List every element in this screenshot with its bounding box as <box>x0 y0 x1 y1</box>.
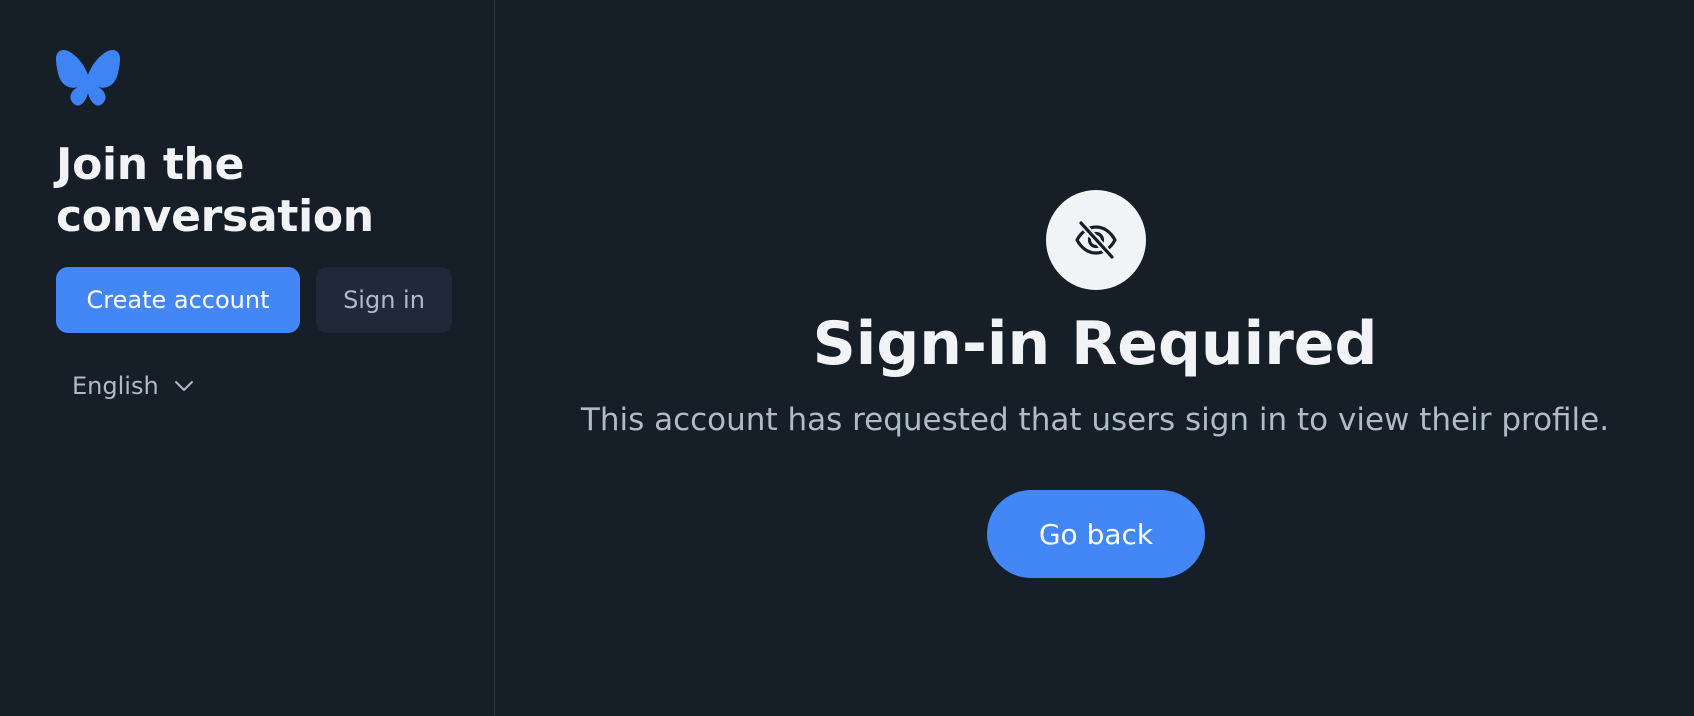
eye-slash-icon <box>1075 219 1117 261</box>
butterfly-logo-icon[interactable] <box>56 49 120 107</box>
main-content: Sign-in Required This account has reques… <box>495 0 1694 716</box>
chevron-down-icon <box>174 381 193 391</box>
page-description: This account has requested that users si… <box>580 402 1610 438</box>
left-sidebar: Join the conversation Create account Sig… <box>0 0 494 716</box>
eye-slash-badge <box>1046 190 1146 290</box>
language-select[interactable]: English <box>72 366 195 406</box>
join-headline: Join the conversation <box>56 139 374 242</box>
page: Join the conversation Create account Sig… <box>0 0 1694 716</box>
go-back-button[interactable]: Go back <box>987 490 1205 578</box>
sign-in-button[interactable]: Sign in <box>316 267 452 333</box>
create-account-button[interactable]: Create account <box>56 267 300 333</box>
page-title: Sign-in Required <box>812 309 1378 379</box>
language-select-value: English <box>72 372 159 400</box>
